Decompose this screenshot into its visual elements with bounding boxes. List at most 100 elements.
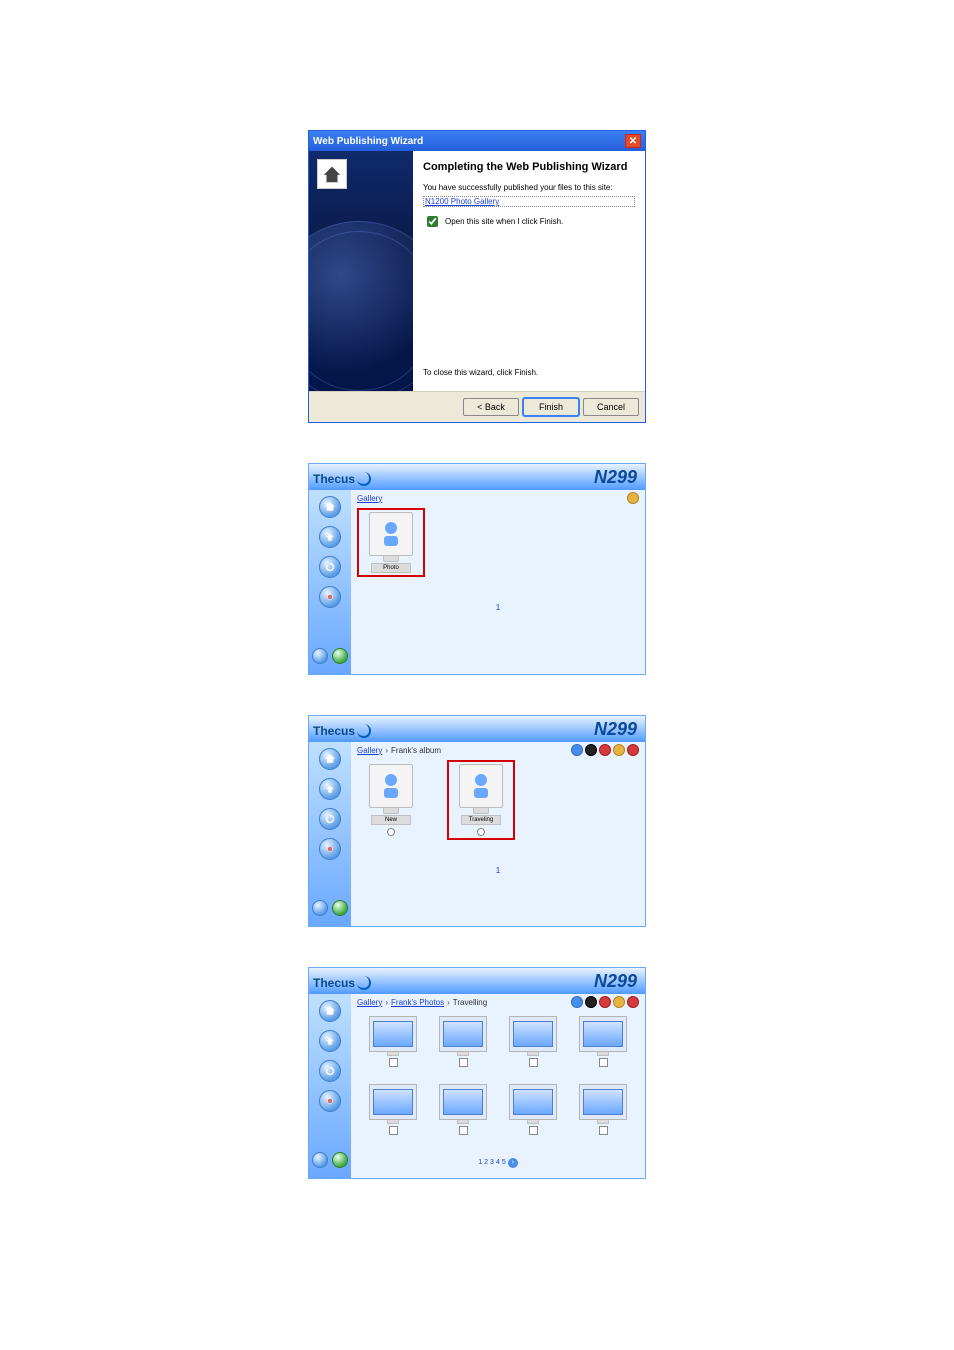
album-radio[interactable] bbox=[477, 828, 485, 836]
footer-icon-2[interactable] bbox=[332, 1152, 348, 1168]
album-traveling[interactable]: Traveling bbox=[451, 764, 511, 836]
thumb-preview bbox=[369, 1084, 417, 1120]
model-label: N299 bbox=[594, 467, 637, 488]
edit-icon[interactable] bbox=[627, 492, 639, 504]
album-grid: Photo 1 bbox=[351, 506, 645, 674]
thumb-checkbox[interactable] bbox=[389, 1126, 398, 1135]
album-thumb-icon bbox=[369, 764, 413, 808]
nav-settings-icon[interactable] bbox=[319, 1090, 341, 1112]
photo-thumbnail[interactable] bbox=[431, 1084, 495, 1148]
nav-refresh-icon[interactable] bbox=[319, 808, 341, 830]
open-site-label: Open this site when I click Finish. bbox=[445, 217, 563, 226]
nav-up-icon[interactable] bbox=[319, 526, 341, 548]
footer-icon-2[interactable] bbox=[332, 900, 348, 916]
album-radio[interactable] bbox=[387, 828, 395, 836]
crumb-gallery[interactable]: Gallery bbox=[357, 998, 382, 1007]
nav-settings-icon[interactable] bbox=[319, 838, 341, 860]
thumb-preview bbox=[369, 1016, 417, 1052]
finish-button[interactable]: Finish bbox=[523, 398, 579, 416]
thumbnail-grid: 12345› bbox=[351, 1010, 645, 1178]
crumb-gallery[interactable]: Gallery bbox=[357, 494, 382, 503]
open-site-checkbox-row[interactable]: Open this site when I click Finish. bbox=[423, 213, 635, 230]
pager: 12345› bbox=[361, 1151, 635, 1174]
nav-up-icon[interactable] bbox=[319, 778, 341, 800]
close-icon[interactable]: ✕ bbox=[625, 134, 641, 148]
tool-icon-3[interactable] bbox=[599, 996, 611, 1008]
photo-thumbnail[interactable] bbox=[361, 1016, 425, 1080]
model-label: N299 bbox=[594, 719, 637, 740]
tool-icon-1[interactable] bbox=[571, 996, 583, 1008]
nav-refresh-icon[interactable] bbox=[319, 1060, 341, 1082]
toolbar bbox=[571, 996, 639, 1008]
tool-icon-5[interactable] bbox=[627, 744, 639, 756]
photo-thumbnail[interactable] bbox=[431, 1016, 495, 1080]
thumb-checkbox[interactable] bbox=[459, 1058, 468, 1067]
tool-icon-2[interactable] bbox=[585, 996, 597, 1008]
published-site-link[interactable]: N1200 Photo Gallery bbox=[423, 196, 635, 207]
footer-icon-2[interactable] bbox=[332, 648, 348, 664]
web-publishing-wizard-dialog: Web Publishing Wizard ✕ Completing the W… bbox=[308, 130, 646, 423]
nav-up-icon[interactable] bbox=[319, 1030, 341, 1052]
photo-thumbnail[interactable] bbox=[501, 1016, 565, 1080]
page-link[interactable]: 3 bbox=[490, 1159, 494, 1166]
tool-icon-5[interactable] bbox=[627, 996, 639, 1008]
thecus-logo: Thecus bbox=[313, 721, 371, 738]
gallery-screen-1: Thecus N299 Gallery bbox=[308, 463, 646, 675]
photo-thumbnail[interactable] bbox=[361, 1084, 425, 1148]
page-link[interactable]: 4 bbox=[496, 1159, 500, 1166]
thumb-checkbox[interactable] bbox=[599, 1058, 608, 1067]
wizard-description: You have successfully published your fil… bbox=[423, 183, 635, 192]
nav-refresh-icon[interactable] bbox=[319, 556, 341, 578]
cancel-button[interactable]: Cancel bbox=[583, 398, 639, 416]
footer-icon-1[interactable] bbox=[312, 1152, 328, 1168]
publish-icon bbox=[317, 159, 347, 189]
thumb-preview bbox=[579, 1084, 627, 1120]
sidebar bbox=[309, 994, 351, 1178]
back-button[interactable]: < Back bbox=[463, 398, 519, 416]
tool-icon-4[interactable] bbox=[613, 744, 625, 756]
photo-thumbnail[interactable] bbox=[571, 1084, 635, 1148]
page-link[interactable]: 5 bbox=[502, 1159, 506, 1166]
tool-icon-4[interactable] bbox=[613, 996, 625, 1008]
breadcrumb: Gallery › Frank's Photos › Travelling bbox=[351, 994, 645, 1010]
crumb-current: Travelling bbox=[453, 998, 487, 1007]
breadcrumb: Gallery › Frank's album bbox=[351, 742, 645, 758]
photo-thumbnail[interactable] bbox=[501, 1084, 565, 1148]
model-label: N299 bbox=[594, 971, 637, 992]
thecus-logo: Thecus bbox=[313, 973, 371, 990]
album-photo[interactable]: Photo bbox=[361, 512, 421, 573]
wizard-titlebar: Web Publishing Wizard ✕ bbox=[309, 131, 645, 151]
wizard-footer-text: To close this wizard, click Finish. bbox=[423, 368, 635, 385]
wizard-banner bbox=[309, 151, 413, 391]
footer-icon-1[interactable] bbox=[312, 900, 328, 916]
thumb-checkbox[interactable] bbox=[529, 1126, 538, 1135]
thumb-checkbox[interactable] bbox=[599, 1126, 608, 1135]
nav-settings-icon[interactable] bbox=[319, 586, 341, 608]
wizard-button-row: < Back Finish Cancel bbox=[309, 391, 645, 422]
tool-icon-1[interactable] bbox=[571, 744, 583, 756]
nav-home-icon[interactable] bbox=[319, 748, 341, 770]
crumb-album[interactable]: Frank's Photos bbox=[391, 998, 444, 1007]
open-site-checkbox[interactable] bbox=[427, 216, 438, 227]
next-page-icon[interactable]: › bbox=[508, 1158, 518, 1168]
tool-icon-2[interactable] bbox=[585, 744, 597, 756]
thumb-checkbox[interactable] bbox=[459, 1126, 468, 1135]
album-grid: New Traveling 1 bbox=[351, 758, 645, 926]
thumb-checkbox[interactable] bbox=[529, 1058, 538, 1067]
thumb-preview bbox=[439, 1084, 487, 1120]
thumb-checkbox[interactable] bbox=[389, 1058, 398, 1067]
page-link[interactable]: 2 bbox=[484, 1159, 488, 1166]
wizard-heading: Completing the Web Publishing Wizard bbox=[423, 161, 635, 173]
globe-graphic bbox=[309, 221, 413, 391]
album-new[interactable]: New bbox=[361, 764, 421, 836]
footer-icon-1[interactable] bbox=[312, 648, 328, 664]
gallery-screen-2: Thecus N299 Gallery › Frank's album bbox=[308, 715, 646, 927]
nav-home-icon[interactable] bbox=[319, 1000, 341, 1022]
nav-home-icon[interactable] bbox=[319, 496, 341, 518]
thumb-preview bbox=[509, 1084, 557, 1120]
tool-icon-3[interactable] bbox=[599, 744, 611, 756]
crumb-gallery[interactable]: Gallery bbox=[357, 746, 382, 755]
page-link[interactable]: 1 bbox=[478, 1159, 482, 1166]
thecus-header: Thecus N299 bbox=[309, 968, 645, 994]
photo-thumbnail[interactable] bbox=[571, 1016, 635, 1080]
